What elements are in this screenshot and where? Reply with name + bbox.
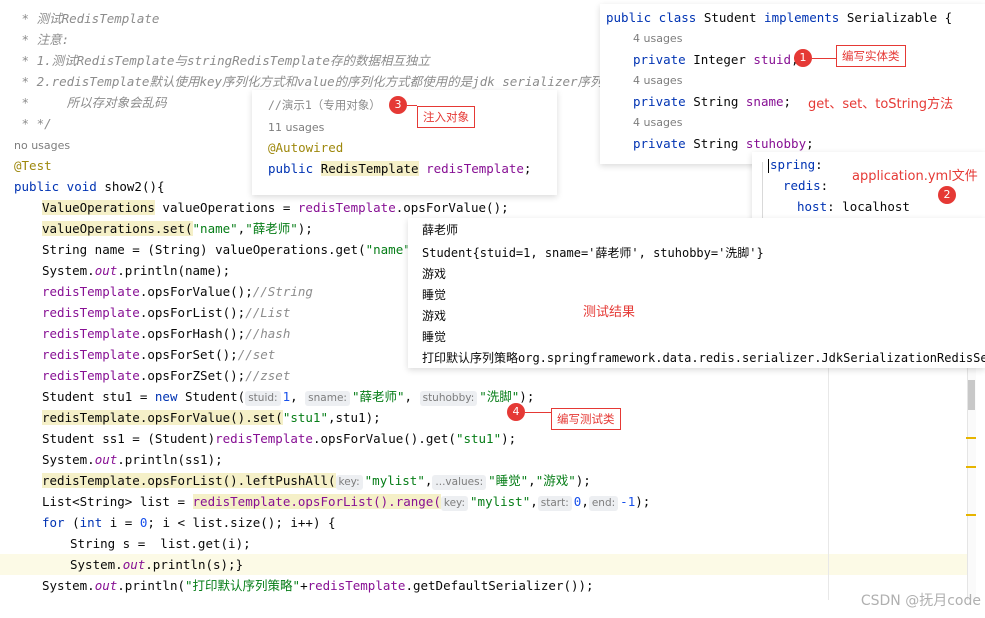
callout-label-3: 注入对象 (417, 106, 475, 128)
callout-number-2: 2 (938, 186, 956, 204)
field-stuid: private Integer stuid; (633, 52, 799, 67)
doc-comment-line: * */ (14, 116, 52, 131)
doc-comment-line: * 测试RedisTemplate (14, 11, 160, 26)
code-line: System.out.println(ss1); (42, 452, 223, 467)
code-line: ValueOperations valueOperations = redisT… (42, 200, 509, 215)
doc-comment-line: * 1.测试RedisTemplate与stringRedisTemplate存… (14, 53, 430, 68)
code-line: for (int i = 0; i < list.size(); i++) { (42, 515, 336, 530)
code-line: redisTemplate.opsForList();//List (42, 305, 291, 320)
code-line: redisTemplate.opsForValue();//String (42, 284, 313, 299)
usages-hint[interactable]: no usages (14, 135, 70, 156)
code-line: redisTemplate.opsForValue().set("stu1",s… (42, 410, 381, 425)
doc-comment-line: * 注意: (14, 32, 70, 47)
test-annotation: @Test (14, 158, 52, 173)
usages-hint[interactable]: 4 usages (633, 28, 682, 49)
warning-marker[interactable] (966, 514, 976, 516)
getset-note: get、set、toString方法 (808, 97, 954, 112)
callout-number-1: 1 (794, 49, 812, 67)
callout-label-1: 编写实体类 (836, 45, 906, 67)
console-output-panel: 薛老师 Student{stuid=1, sname='薛老师', stuhob… (408, 218, 985, 368)
callout-connector (407, 105, 417, 106)
doc-comment-line: * 2.redisTemplate默认使用key序列化方式和value的序列化方… (14, 74, 616, 89)
warning-marker[interactable] (966, 437, 976, 439)
field-declaration: public RedisTemplate redisTemplate; (268, 161, 532, 176)
yml-line-host: host: localhost (797, 199, 910, 214)
callout-label-4: 编写测试类 (551, 408, 621, 430)
output-line: 睡觉 (422, 330, 447, 344)
code-line: Student stu1 = new Student(stuid: 1, snam… (42, 389, 535, 406)
param-hint: key: (440, 496, 469, 511)
csdn-watermark: CSDN @抚月code (860, 593, 981, 609)
text-caret (768, 158, 769, 173)
callout-number-3: 3 (389, 96, 407, 114)
code-line: redisTemplate.opsForZSet();//zset (42, 368, 291, 383)
param-hint: end: (588, 496, 619, 511)
param-hint: start: (537, 496, 572, 511)
callout-number-4: 4 (507, 403, 525, 421)
usages-hint[interactable]: 11 usages (268, 117, 324, 138)
param-hint: stuid: (245, 391, 281, 406)
warning-marker[interactable] (966, 466, 976, 468)
code-line: redisTemplate.opsForList().leftPushAll(k… (42, 473, 591, 490)
output-line: 游戏 (422, 309, 447, 323)
yml-line-redis: redis: (783, 178, 829, 193)
output-line: 打印默认序列策略org.springframework.data.redis.s… (422, 351, 985, 365)
field-sname: private String sname; (633, 94, 792, 109)
output-line: 游戏 (422, 267, 447, 281)
test-result-note: 测试结果 (583, 305, 636, 320)
yml-line-spring: spring: (768, 157, 823, 173)
field-stuhobby: private String stuhobby; (633, 136, 814, 151)
callout-connector (525, 412, 551, 413)
scroll-thumb[interactable] (968, 380, 975, 410)
usages-hint[interactable]: 4 usages (633, 70, 682, 91)
param-hint: key: (335, 475, 363, 490)
autowired-annotation: @Autowired (268, 140, 344, 155)
usages-hint[interactable]: 4 usages (633, 112, 682, 133)
code-line: List<String> list = redisTemplate.opsFor… (42, 494, 651, 511)
output-line: Student{stuid=1, sname='薛老师', stuhobby='… (422, 246, 764, 260)
callout-connector (812, 58, 836, 59)
code-line: String name = (String) valueOperations.g… (42, 242, 426, 257)
vertical-divider (828, 360, 829, 600)
output-line: 薛老师 (422, 223, 459, 237)
class-declaration: public class Student implements Serializ… (606, 10, 953, 25)
code-line: System.out.println(name); (42, 263, 231, 278)
student-class-panel: public class Student implements Serializ… (600, 4, 985, 164)
code-line: System.out.println(s);} (70, 557, 244, 572)
param-hint: sname: (305, 391, 350, 406)
code-line: System.out.println("打印默认序列策略"+redisTempl… (42, 578, 594, 593)
doc-comment-line: * 所以存对象会乱码 (14, 95, 167, 110)
callout-label-2: application.yml文件 (852, 169, 978, 184)
code-line: String s = list.get(i); (70, 536, 251, 551)
method-signature: public void show2(){ (14, 179, 165, 194)
param-hint: stuhobby: (419, 391, 478, 406)
output-line: 睡觉 (422, 288, 447, 302)
code-line: redisTemplate.opsForSet();//set (42, 347, 276, 362)
code-line: Student ss1 = (Student)redisTemplate.ops… (42, 431, 517, 446)
code-line: redisTemplate.opsForHash();//hash (42, 326, 291, 341)
code-line: valueOperations.set("name","薛老师"); (42, 221, 313, 236)
inject-comment: //演示1（专用对象） (268, 98, 381, 112)
param-hint: ...values: (432, 475, 487, 490)
